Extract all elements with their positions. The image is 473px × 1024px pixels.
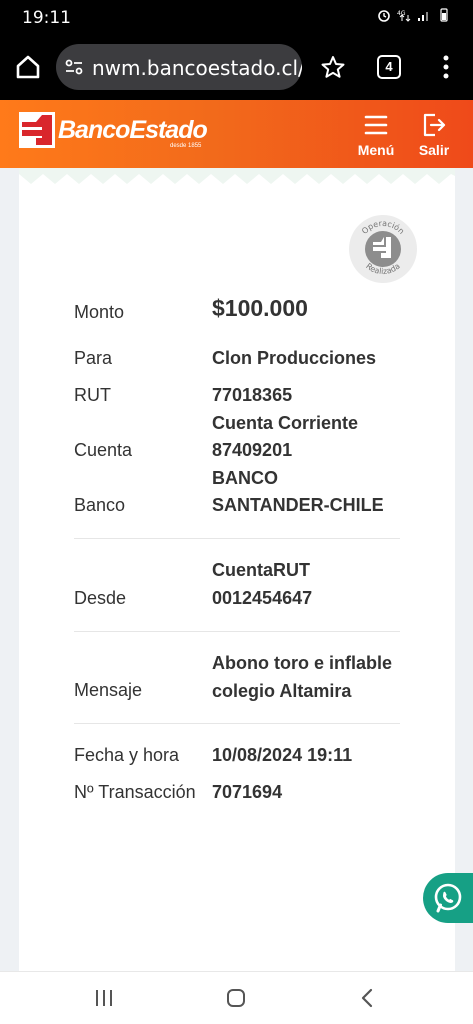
- source-account-number-value: 0012454647: [212, 588, 313, 608]
- source-label: Desde: [74, 588, 127, 608]
- signal-icon: [418, 12, 428, 21]
- whatsapp-icon: [434, 883, 462, 913]
- datetime-value: 10/08/2024 19:11: [212, 745, 353, 765]
- brand-tagline: desde 1855: [170, 143, 202, 149]
- datetime-label: Fecha y hora: [74, 745, 180, 765]
- bank-value-line2: SANTANDER-CHILE: [212, 495, 384, 515]
- amount-label: Monto: [74, 302, 125, 322]
- status-icons: 4G: [377, 8, 451, 22]
- status-bar: 19:11 4G: [0, 0, 473, 34]
- message-label: Mensaje: [74, 680, 143, 700]
- url-text: nwm.bancoestado.cl/c: [92, 56, 302, 80]
- menu-button[interactable]: Menú: [354, 110, 398, 160]
- site-settings-icon[interactable]: [64, 57, 84, 77]
- divider: [74, 538, 400, 539]
- message-value-line2: colegio Altamira: [212, 681, 352, 701]
- recipient-value: Clon Producciones: [212, 348, 377, 368]
- home-icon[interactable]: [14, 53, 42, 81]
- bancoestado-logo-icon[interactable]: [19, 112, 55, 148]
- bank-value-line1: BANCO: [212, 468, 278, 488]
- tab-switcher-button[interactable]: 4: [377, 55, 401, 79]
- operation-completed-stamp: Operación Realizada: [349, 215, 417, 283]
- bank-label: Banco: [74, 495, 126, 515]
- message-value-line1: Abono toro e inflable: [212, 653, 392, 673]
- menu-label: Menú: [357, 142, 395, 158]
- transaction-number-value: 7071694: [212, 782, 283, 802]
- more-options-icon[interactable]: [436, 54, 456, 80]
- account-label: Cuenta: [74, 440, 133, 460]
- logout-icon: [423, 113, 446, 137]
- hamburger-menu-icon: [364, 115, 388, 135]
- network-4g-icon: 4G: [397, 10, 411, 22]
- divider: [74, 723, 400, 724]
- recipient-label: Para: [74, 348, 113, 368]
- account-type-value: Cuenta Corriente: [212, 413, 359, 433]
- receipt-edge-decoration: [19, 168, 455, 184]
- divider: [74, 631, 400, 632]
- home-nav-icon[interactable]: [226, 988, 246, 1008]
- bookmark-star-icon[interactable]: [320, 54, 346, 80]
- amount-value: $100.000: [212, 295, 308, 321]
- rut-label: RUT: [74, 385, 111, 405]
- browser-toolbar: nwm.bancoestado.cl/c 4: [0, 34, 473, 100]
- bank-header: BancoEstado desde 1855 Menú Salir: [0, 100, 473, 168]
- status-time: 19:11: [22, 8, 71, 28]
- whatsapp-button[interactable]: [423, 873, 473, 923]
- source-account-type-value: CuentaRUT: [212, 560, 310, 580]
- alarm-icon: [378, 10, 390, 22]
- back-icon[interactable]: [360, 988, 374, 1008]
- logout-button[interactable]: Salir: [412, 110, 456, 160]
- recent-apps-icon[interactable]: [94, 989, 114, 1007]
- logout-label: Salir: [418, 142, 450, 158]
- rut-value: 77018365: [212, 385, 293, 405]
- brand-name[interactable]: BancoEstado: [58, 116, 208, 145]
- account-number-value: 87409201: [212, 440, 293, 460]
- transaction-number-label: Nº Transacción: [74, 782, 196, 802]
- system-navigation-bar: [0, 971, 473, 1024]
- battery-icon: [440, 8, 448, 22]
- address-bar[interactable]: nwm.bancoestado.cl/c: [56, 44, 302, 90]
